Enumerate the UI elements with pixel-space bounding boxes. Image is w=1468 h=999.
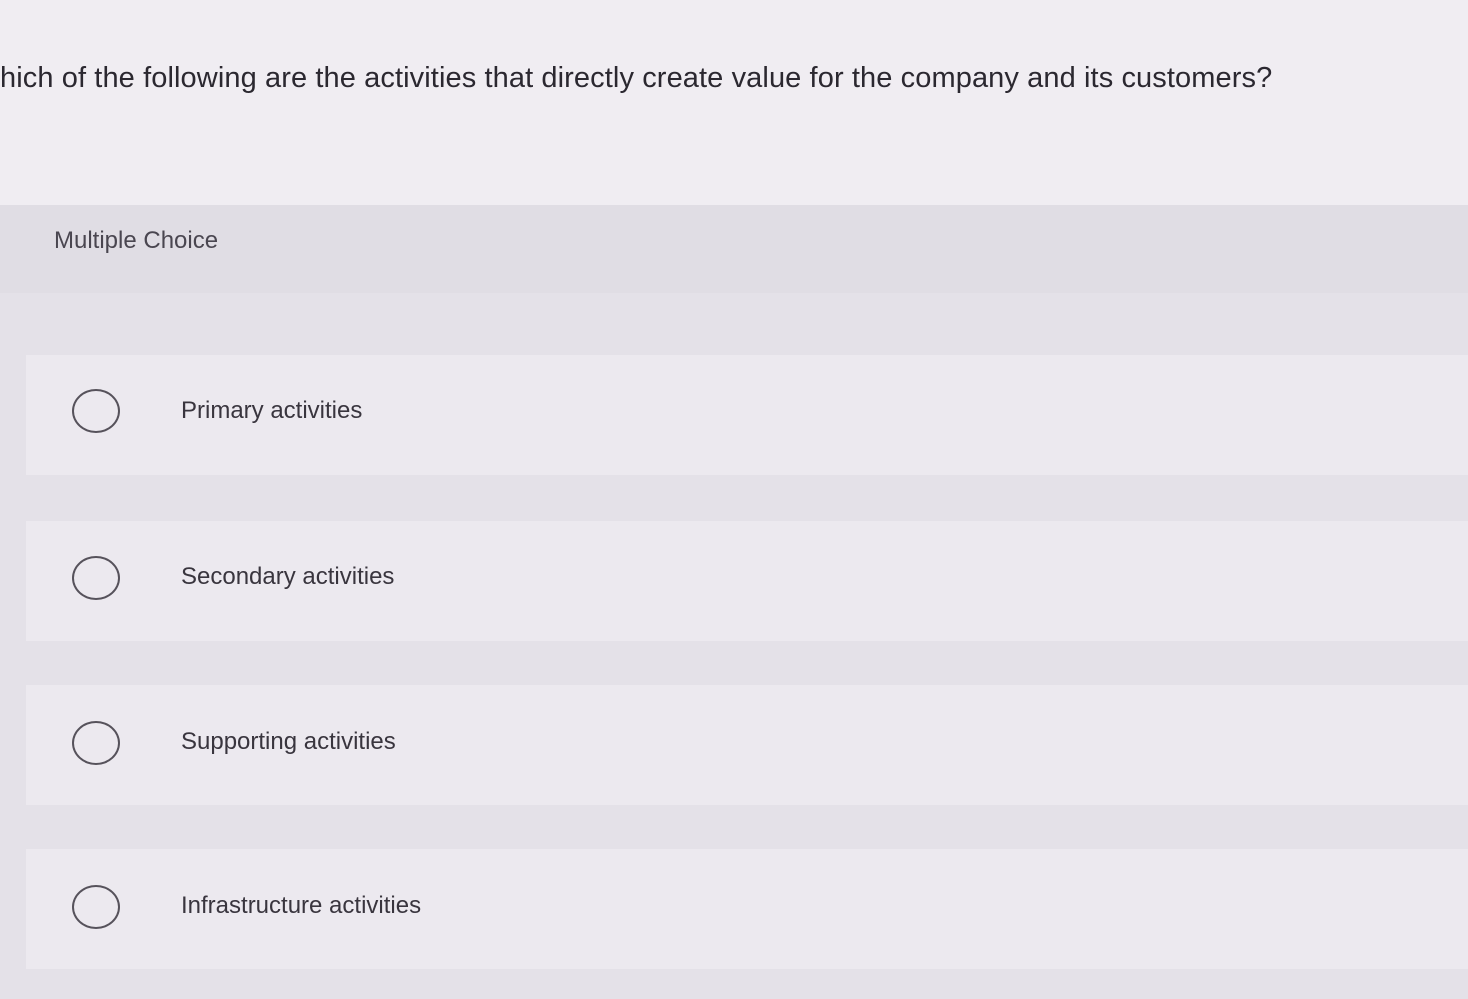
option-label[interactable]: Primary activities <box>181 397 362 425</box>
option-supporting-activities[interactable]: Supporting activities <box>26 685 1468 805</box>
option-label[interactable]: Infrastructure activities <box>181 892 421 920</box>
multiple-choice-label: Multiple Choice <box>54 227 219 254</box>
question-area: hich of the following are the activities… <box>0 0 1468 205</box>
radio-button-icon[interactable] <box>72 885 120 929</box>
option-label[interactable]: Supporting activities <box>181 728 396 756</box>
answer-options: Primary activities Secondary activities … <box>0 293 1468 999</box>
radio-button-icon[interactable] <box>72 556 120 600</box>
option-label[interactable]: Secondary activities <box>181 563 394 591</box>
option-secondary-activities[interactable]: Secondary activities <box>26 521 1468 641</box>
option-primary-activities[interactable]: Primary activities <box>26 355 1468 475</box>
option-infrastructure-activities[interactable]: Infrastructure activities <box>26 849 1468 969</box>
multiple-choice-header <box>0 205 1468 293</box>
radio-button-icon[interactable] <box>72 389 120 433</box>
radio-button-icon[interactable] <box>72 721 120 765</box>
question-text: hich of the following are the activities… <box>0 62 1273 94</box>
